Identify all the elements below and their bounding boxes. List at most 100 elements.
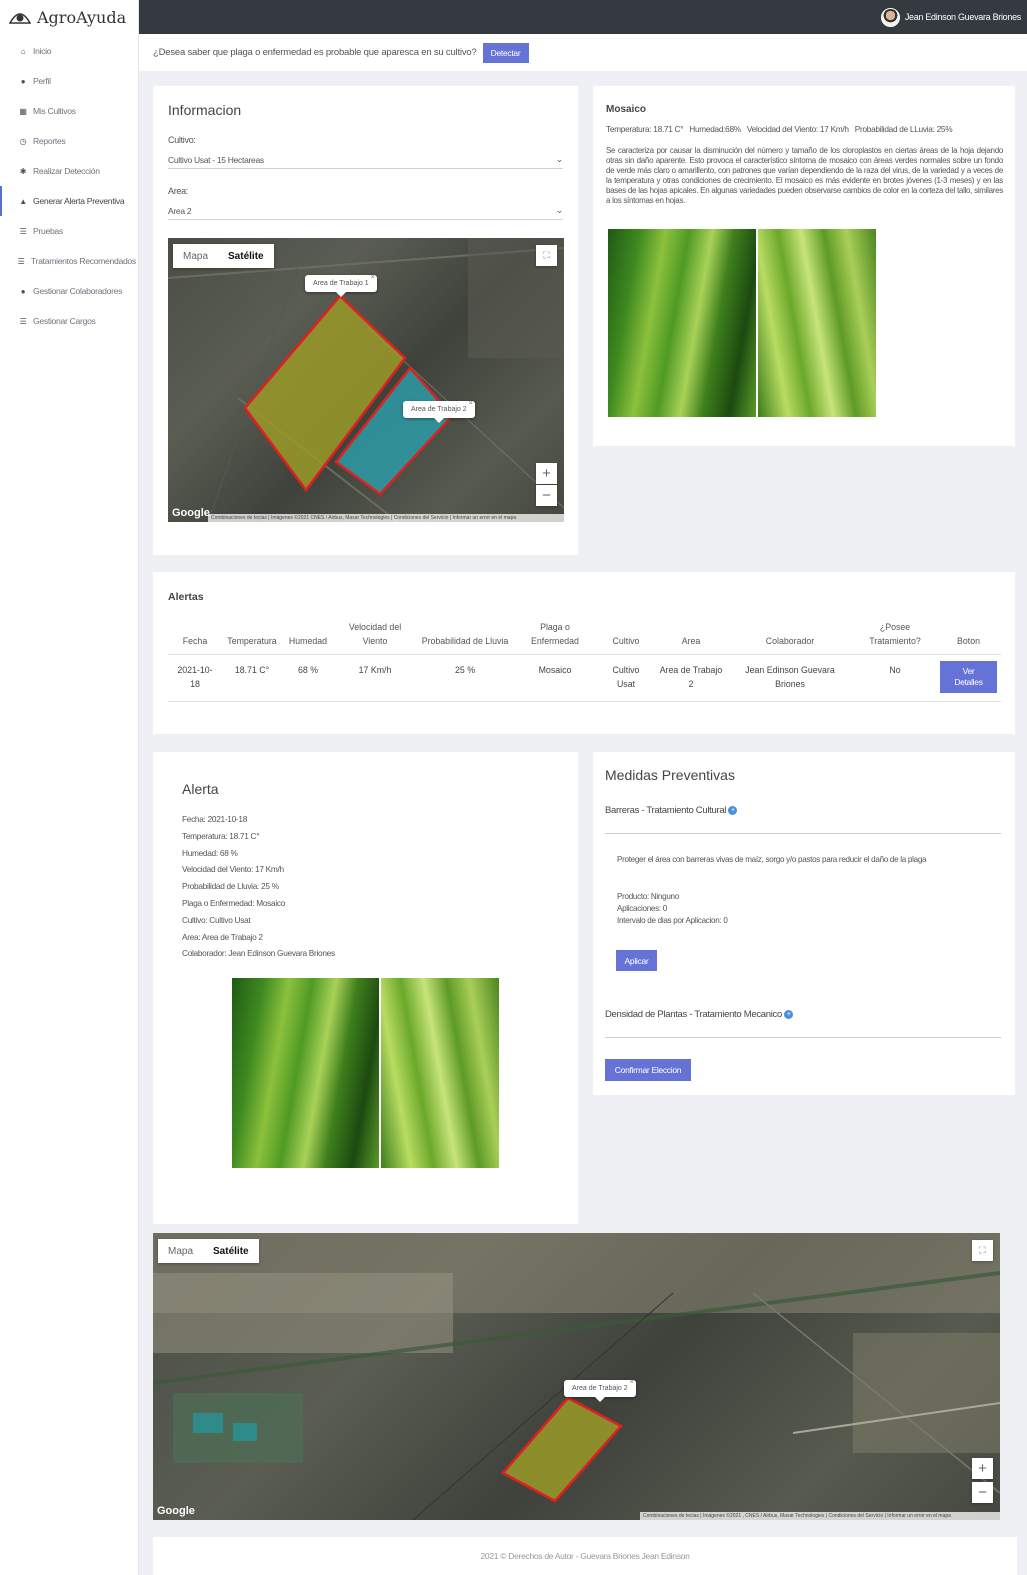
close-icon[interactable]: × (630, 1379, 634, 1386)
sidebar-item-perfil[interactable]: ● Perfil (0, 66, 138, 96)
cell-temperatura: 18.71 C° (222, 654, 282, 702)
preventive-card: Medidas Preventivas Barreras - Tratamien… (593, 752, 1015, 1095)
cell-viento: 17 Km/h (334, 654, 416, 702)
bug-icon: ✱ (19, 166, 27, 176)
disease-image (608, 229, 876, 417)
alerts-title: Alertas (168, 591, 204, 603)
close-icon[interactable]: × (371, 274, 375, 281)
cell-area: Area de Trabajo 2 (656, 654, 726, 702)
map-type-satelite[interactable]: Satélite (203, 1239, 259, 1263)
preventive-title: Medidas Preventivas (605, 767, 735, 783)
chevron-down-icon: ⌄ (555, 205, 564, 215)
detail-lluvia: Probabilidad de Lluvia: 25 % (182, 881, 279, 892)
cultivo-select[interactable]: Cultivo Usat - 15 Hectareas ⌄ (168, 151, 563, 169)
detail-cultivo: Cultivo: Cultivo Usat (182, 914, 251, 925)
area-select[interactable]: Area 2 ⌄ (168, 202, 563, 220)
column-header: Fecha (168, 617, 222, 655)
sidebar-item-label: Pruebas (33, 226, 63, 236)
zoom-in-button[interactable]: + (972, 1458, 993, 1479)
alerts-card: Alertas Fecha Temperatura Humedad Veloci… (153, 572, 1015, 734)
sidebar-item-label: Realizar Detección (33, 166, 100, 176)
aplicar-button[interactable]: Aplicar (616, 950, 657, 971)
detect-button[interactable]: Detectar (482, 42, 529, 63)
detail-viento: Velocidad del Viento: 17 Km/h (182, 864, 284, 875)
cultivo-select-value: Cultivo Usat - 15 Hectareas (168, 154, 264, 165)
user-menu[interactable]: Jean Edinson Guevara Briones (880, 7, 1021, 27)
fullscreen-icon[interactable]: ⛶ (972, 1240, 993, 1261)
map-areas[interactable]: Mapa Satélite ⛶ Area de Trabajo 1 × Area … (168, 238, 564, 522)
tooltip-label: Area de Trabajo 2 (572, 1385, 628, 1392)
sidebar-item-label: Tratamientos Recomendados (31, 256, 136, 266)
sidebar-item-realizar-deteccion[interactable]: ✱ Realizar Detección (0, 156, 138, 186)
confirmar-eleccion-button[interactable]: Confirmar Eleccion (605, 1059, 691, 1081)
alert-detail-card: Alerta Fecha: 2021-10-18 Temperatura: 18… (153, 752, 578, 1224)
detail-temperatura: Temperatura: 18.71 C° (182, 830, 260, 841)
close-icon[interactable]: × (469, 400, 473, 407)
measure-1-applications: Aplicaciones: 0 (617, 904, 667, 913)
map-attribution: Combinaciones de teclas | Imágenes ©2021… (208, 514, 564, 522)
table-header-row: Fecha Temperatura Humedad Velocidad del … (168, 617, 1001, 655)
google-logo: Google (157, 1505, 195, 1517)
plus-circle-icon[interactable]: + (784, 1009, 794, 1019)
measure-1-interval: Intervalo de dias por Aplicacion: 0 (617, 916, 728, 925)
zoom-out-button[interactable]: − (536, 485, 557, 506)
column-header: Boton (936, 617, 1001, 655)
avatar (880, 7, 900, 27)
cell-colaborador: Jean Edinson Guevara Briones (726, 654, 854, 702)
map-icon: ▦ (19, 106, 27, 116)
column-header: Humedad (282, 617, 334, 655)
column-header: Velocidad del Viento (334, 617, 416, 655)
plus-circle-icon[interactable]: + (728, 805, 738, 815)
footer-text: 2021 © Derechos de Autor - Guevara Brion… (480, 1551, 690, 1561)
disease-title: Mosaico (606, 104, 647, 115)
app-name: AgroAyuda (37, 7, 127, 27)
detail-humedad: Humedad: 68 % (182, 847, 238, 858)
user-icon: ● (20, 286, 26, 296)
map-attribution: Combinaciones de teclas | Imágenes ©2021… (640, 1512, 1000, 1520)
sidebar-item-colaboradores[interactable]: ● Gestionar Colaboradores (0, 276, 138, 306)
user-icon: ● (20, 76, 26, 86)
sidebar: AgroAyuda ⌂ Inicio ● Perfil ▦ Mis Cultivos … (0, 0, 139, 1575)
column-header: Plaga o Enfermedad (514, 617, 596, 655)
sidebar-item-inicio[interactable]: ⌂ Inicio (0, 36, 138, 66)
detail-plaga: Plaga o Enfermedad: Mosaico (182, 897, 286, 908)
satellite-imagery (153, 1233, 1000, 1520)
footer: 2021 © Derechos de Autor - Guevara Brion… (153, 1537, 1017, 1575)
fullscreen-icon[interactable]: ⛶ (536, 245, 557, 266)
measure-1-header[interactable]: Barreras - Tratamiento Cultural + (605, 805, 738, 816)
list-icon: ☰ (19, 226, 27, 236)
bottom-map[interactable]: Mapa Satélite ⛶ Area de Trabajo 2 × + − G… (153, 1233, 1000, 1520)
detail-colaborador: Colaborador: Jean Edinson Guevara Brione… (182, 948, 335, 959)
map-type-control: Mapa Satélite (173, 244, 274, 268)
map-type-mapa[interactable]: Mapa (158, 1239, 203, 1263)
measure-1-product: Producto: Ninguno (617, 892, 679, 901)
sidebar-item-label: Generar Alerta Preventiva (33, 196, 125, 206)
cell-fecha: 2021-10-18 (168, 654, 222, 702)
sidebar-item-label: Gestionar Colaboradores (33, 286, 123, 296)
column-header: Colaborador (726, 617, 854, 655)
detail-area: Area: Area de Trabajo 2 (182, 931, 263, 942)
map-type-mapa[interactable]: Mapa (173, 244, 218, 268)
measure-2-header[interactable]: Densidad de Plantas - Tratamiento Mecani… (605, 1009, 794, 1020)
alert-disease-image (232, 978, 499, 1168)
cell-humedad: 68 % (282, 654, 334, 702)
zoom-out-button[interactable]: − (972, 1482, 993, 1503)
table-row: 2021-10-18 18.71 C° 68 % 17 Km/h 25 % Mo… (168, 654, 1001, 702)
column-header: Temperatura (222, 617, 282, 655)
sidebar-item-reportes[interactable]: ◷ Reportes (0, 126, 138, 156)
ver-detalles-button[interactable]: Ver Detalles (940, 661, 997, 693)
map-type-satelite[interactable]: Satélite (218, 244, 274, 268)
alert-detail-title: Alerta (182, 781, 219, 797)
sidebar-item-tratamientos[interactable]: ☰ Tratamientos Recomendados (0, 246, 138, 276)
column-header: Cultivo (596, 617, 656, 655)
sidebar-item-pruebas[interactable]: ☰ Pruebas (0, 216, 138, 246)
map-type-control: Mapa Satélite (158, 1239, 259, 1263)
sidebar-item-label: Gestionar Cargos (33, 316, 96, 326)
cell-lluvia: 25 % (416, 654, 514, 702)
sidebar-item-cargos[interactable]: ☰ Gestionar Cargos (0, 306, 138, 336)
brand[interactable]: AgroAyuda (0, 0, 138, 34)
zoom-in-button[interactable]: + (536, 463, 557, 484)
sidebar-item-generar-alerta[interactable]: ▲ Generar Alerta Preventiva (0, 186, 138, 216)
area-select-value: Area 2 (168, 205, 192, 216)
sidebar-item-mis-cultivos[interactable]: ▦ Mis Cultivos (0, 96, 138, 126)
